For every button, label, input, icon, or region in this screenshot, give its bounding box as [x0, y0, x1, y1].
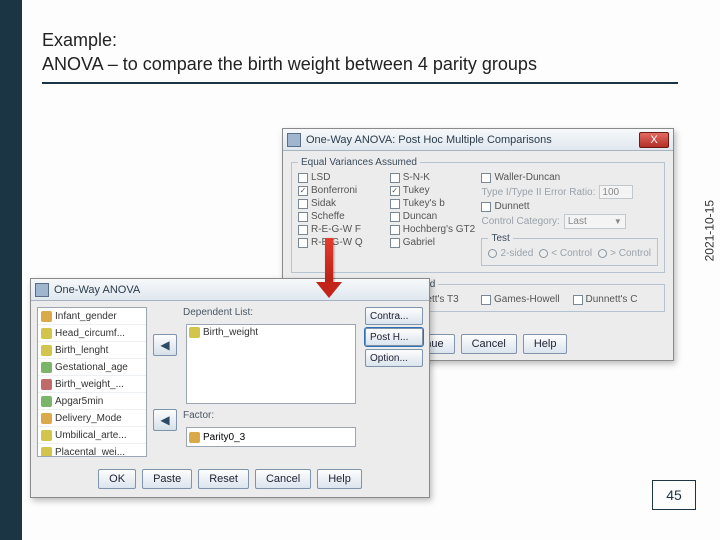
- list-item[interactable]: Placental_wei...: [38, 444, 146, 457]
- chk-sidak[interactable]: Sidak: [298, 198, 384, 209]
- checkbox-icon: [390, 238, 400, 248]
- ratio-input[interactable]: [599, 185, 633, 199]
- checkbox-icon: [390, 225, 400, 235]
- help-button[interactable]: Help: [523, 334, 568, 354]
- checkbox-icon: [481, 295, 491, 305]
- type-error-ratio: Type I/Type II Error Ratio:: [481, 185, 658, 199]
- spss-icon: [287, 133, 301, 147]
- nominal-icon: [189, 432, 200, 443]
- scale-icon: [41, 345, 52, 356]
- list-item[interactable]: Infant_gender: [38, 308, 146, 325]
- checkbox-icon: [298, 238, 308, 248]
- chk-lsd[interactable]: LSD: [298, 172, 384, 183]
- slide-number: 45: [652, 480, 696, 510]
- chk-dunnett-s-c[interactable]: Dunnett's C: [573, 294, 659, 305]
- options-button[interactable]: Option...: [365, 349, 423, 367]
- chk-waller-duncan[interactable]: Waller-Duncan: [481, 172, 658, 183]
- help-button[interactable]: Help: [317, 469, 362, 489]
- factor-label: Factor:: [183, 410, 214, 421]
- control-category: Control Category: Last▼: [481, 214, 658, 229]
- list-item[interactable]: Birth_weight_...: [38, 376, 146, 393]
- posthoc-titlebar[interactable]: One-Way ANOVA: Post Hoc Multiple Compari…: [283, 129, 673, 151]
- anova-dialog: One-Way ANOVA Infant_genderHead_circumf.…: [30, 278, 430, 498]
- move-to-factor-button[interactable]: ◀: [153, 409, 177, 431]
- ok-button[interactable]: OK: [98, 469, 136, 489]
- list-item[interactable]: Apgar5min: [38, 393, 146, 410]
- factor-field[interactable]: Parity0_3: [186, 427, 356, 447]
- slide-title: Example: ANOVA – to compare the birth we…: [42, 28, 537, 77]
- chk-tukey-s-b[interactable]: Tukey's b: [390, 198, 476, 209]
- chk-dunnett[interactable]: Dunnett: [481, 201, 658, 212]
- radio-lt-control[interactable]: < Control: [539, 248, 592, 259]
- checkbox-icon: [298, 212, 308, 222]
- checkbox-icon: [573, 295, 583, 305]
- variable-list[interactable]: Infant_genderHead_circumf...Birth_lenght…: [37, 307, 147, 457]
- contrasts-button[interactable]: Contra...: [365, 307, 423, 325]
- paste-button[interactable]: Paste: [142, 469, 192, 489]
- anova-titlebar[interactable]: One-Way ANOVA: [31, 279, 429, 301]
- checkbox-icon: [298, 225, 308, 235]
- control-select[interactable]: Last▼: [564, 214, 626, 229]
- chk-tukey[interactable]: ✓Tukey: [390, 185, 476, 196]
- radio-2sided[interactable]: 2-sided: [488, 248, 533, 259]
- chevron-down-icon: ▼: [614, 217, 622, 226]
- cancel-button[interactable]: Cancel: [461, 334, 517, 354]
- move-to-dependent-button[interactable]: ◀: [153, 334, 177, 356]
- checkbox-icon: [390, 212, 400, 222]
- checkbox-icon: [390, 173, 400, 183]
- chk-r-e-g-w-f[interactable]: R-E-G-W F: [298, 224, 384, 235]
- radio-gt-control[interactable]: > Control: [598, 248, 651, 259]
- dependent-label: Dependent List:: [183, 307, 253, 318]
- scale-icon: [41, 430, 52, 441]
- dependent-list[interactable]: Birth_weight: [186, 324, 356, 404]
- title-underline: [42, 82, 678, 84]
- slide-date: 2021-10-15: [702, 200, 716, 261]
- nom-icon: [41, 311, 52, 322]
- chk-duncan[interactable]: Duncan: [390, 211, 476, 222]
- chk-gabriel[interactable]: Gabriel: [390, 237, 476, 248]
- list-item[interactable]: Head_circumf...: [38, 325, 146, 342]
- checkbox-icon: ✓: [298, 186, 308, 196]
- checkbox-icon: [298, 173, 308, 183]
- chk-s-n-k[interactable]: S-N-K: [390, 172, 476, 183]
- list-item[interactable]: Birth_lenght: [38, 342, 146, 359]
- chk-bonferroni[interactable]: ✓Bonferroni: [298, 185, 384, 196]
- posthoc-button[interactable]: Post H...: [365, 328, 423, 346]
- equal-variances-group: Equal Variances Assumed LSD ✓Bonferroni Si…: [291, 157, 665, 273]
- ord-icon: [41, 396, 52, 407]
- test-group: Test 2-sided < Control > Control: [481, 233, 658, 266]
- close-button[interactable]: X: [639, 132, 669, 148]
- cancel-button[interactable]: Cancel: [255, 469, 311, 489]
- spss-icon: [35, 283, 49, 297]
- bar-icon: [41, 379, 52, 390]
- list-item[interactable]: Umbilical_arte...: [38, 427, 146, 444]
- chk-scheffe[interactable]: Scheffe: [298, 211, 384, 222]
- scale-icon: [41, 328, 52, 339]
- equal-variances-legend: Equal Variances Assumed: [298, 157, 420, 168]
- chk-r-e-g-w-q[interactable]: R-E-G-W Q: [298, 237, 384, 248]
- posthoc-window-title: One-Way ANOVA: Post Hoc Multiple Compari…: [306, 134, 552, 146]
- title-line1: Example:: [42, 30, 117, 50]
- slide-accent-bar: [0, 0, 22, 540]
- reset-button[interactable]: Reset: [198, 469, 249, 489]
- list-item[interactable]: Gestational_age: [38, 359, 146, 376]
- nom-icon: [41, 413, 52, 424]
- chk-hochberg-s-gt2[interactable]: Hochberg's GT2: [390, 224, 476, 235]
- checkbox-icon: [390, 199, 400, 209]
- list-item[interactable]: Delivery_Mode: [38, 410, 146, 427]
- anova-window-title: One-Way ANOVA: [54, 284, 140, 296]
- ord-icon: [41, 362, 52, 373]
- checkbox-icon: [298, 199, 308, 209]
- title-line2: ANOVA – to compare the birth weight betw…: [42, 54, 537, 74]
- chk-games-howell[interactable]: Games-Howell: [481, 294, 567, 305]
- scale-icon: [189, 327, 200, 338]
- checkbox-icon: ✓: [390, 186, 400, 196]
- scale-icon: [41, 447, 52, 458]
